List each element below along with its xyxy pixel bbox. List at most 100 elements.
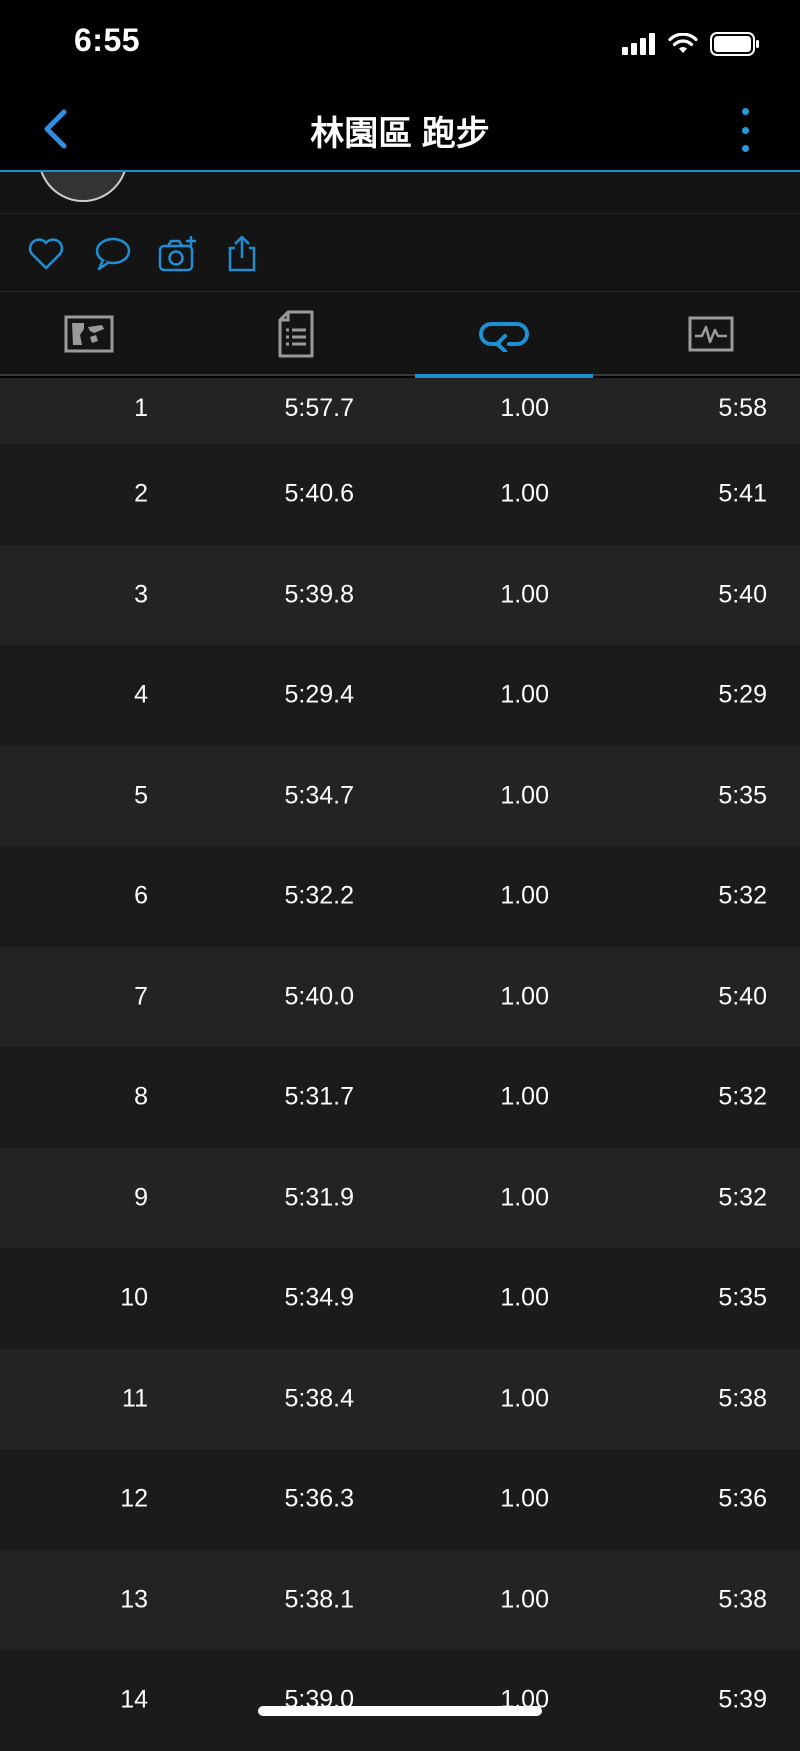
lap-distance: 1.00 (500, 1585, 549, 1614)
lap-pace: 5:38 (718, 1384, 767, 1413)
table-row[interactable]: 14 5:39.0 1.00 5:39 (0, 1650, 800, 1751)
lap-number: 10 (120, 1283, 148, 1312)
comment-button[interactable] (92, 234, 132, 274)
lap-time: 5:36.3 (284, 1484, 354, 1513)
map-icon (64, 315, 114, 353)
lap-pace: 5:36 (718, 1484, 767, 1513)
more-vertical-icon (741, 108, 749, 115)
lap-distance: 1.00 (500, 1082, 549, 1111)
table-row[interactable]: 2 5:40.6 1.00 5:41 (0, 444, 800, 545)
chart-icon (688, 316, 734, 352)
lap-time: 5:38.4 (284, 1384, 354, 1413)
tab-chart[interactable] (622, 292, 800, 376)
nav-bar: 林園區 跑步 (0, 88, 800, 172)
lap-number: 6 (134, 881, 148, 910)
lap-pace: 5:35 (718, 1283, 767, 1312)
lap-number: 12 (120, 1484, 148, 1513)
lap-number: 9 (134, 1183, 148, 1212)
lap-pace: 5:41 (718, 479, 767, 508)
lap-time: 5:31.9 (284, 1183, 354, 1212)
home-indicator (258, 1706, 542, 1716)
laps-icon (479, 322, 529, 352)
tab-map[interactable] (0, 292, 178, 376)
share-icon (228, 235, 256, 272)
table-row[interactable]: 1 5:57.7 1.00 5:58 (0, 378, 800, 444)
more-options-button[interactable] (730, 102, 760, 158)
camera-add-icon (158, 236, 196, 272)
lap-pace: 5:40 (718, 982, 767, 1011)
lap-pace: 5:40 (718, 580, 767, 609)
add-photo-button[interactable] (158, 234, 198, 274)
lap-time: 5:32.2 (284, 881, 354, 910)
table-row[interactable]: 6 5:32.2 1.00 5:32 (0, 846, 800, 947)
tabs-bar (0, 292, 800, 378)
lap-number: 1 (134, 394, 148, 422)
table-row[interactable]: 3 5:39.8 1.00 5:40 (0, 544, 800, 645)
table-row[interactable]: 5 5:34.7 1.00 5:35 (0, 745, 800, 846)
lap-distance: 1.00 (500, 1283, 549, 1312)
lap-number: 11 (122, 1384, 148, 1413)
cellular-signal-icon (622, 33, 655, 55)
lap-number: 2 (134, 479, 148, 508)
lap-time: 5:40.0 (284, 982, 354, 1011)
lap-number: 14 (120, 1685, 148, 1714)
lap-time: 5:34.7 (284, 781, 354, 810)
page-title: 林園區 跑步 (310, 115, 490, 153)
status-bar: 6:55 (0, 0, 800, 88)
table-row[interactable]: 4 5:29.4 1.00 5:29 (0, 645, 800, 746)
comment-icon (95, 237, 131, 271)
lap-pace: 5:39 (718, 1685, 767, 1714)
like-button[interactable] (26, 234, 66, 274)
lap-time: 5:31.7 (284, 1082, 354, 1111)
share-button[interactable] (222, 234, 262, 274)
lap-number: 7 (134, 982, 148, 1011)
lap-time: 5:38.1 (284, 1585, 354, 1614)
table-row[interactable]: 7 5:40.0 1.00 5:40 (0, 946, 800, 1047)
lap-distance: 1.00 (500, 881, 549, 910)
lap-distance: 1.00 (500, 394, 549, 422)
lap-pace: 5:32 (718, 1082, 767, 1111)
lap-pace: 5:32 (718, 1183, 767, 1212)
lap-number: 5 (134, 781, 148, 810)
heart-icon (28, 238, 64, 270)
lap-pace: 5:32 (718, 881, 767, 910)
lap-distance: 1.00 (500, 680, 549, 709)
lap-pace: 5:35 (718, 781, 767, 810)
table-row[interactable]: 11 5:38.4 1.00 5:38 (0, 1348, 800, 1449)
laps-table: 1 5:57.7 1.00 5:58 2 5:40.6 1.00 5:41 3 … (0, 378, 800, 1751)
lap-number: 4 (134, 680, 148, 709)
table-row[interactable]: 12 5:36.3 1.00 5:36 (0, 1449, 800, 1550)
lap-number: 3 (134, 580, 148, 609)
lap-distance: 1.00 (500, 580, 549, 609)
tab-details[interactable] (207, 292, 385, 376)
lap-number: 13 (120, 1585, 148, 1614)
status-time: 6:55 (74, 22, 141, 58)
lap-distance: 1.00 (500, 479, 549, 508)
tab-laps[interactable] (415, 292, 593, 378)
battery-icon (710, 32, 759, 56)
status-icons (622, 30, 760, 58)
lap-distance: 1.00 (500, 982, 549, 1011)
details-icon (278, 310, 314, 358)
avatar[interactable] (38, 172, 128, 202)
table-row[interactable]: 10 5:34.9 1.00 5:35 (0, 1248, 800, 1349)
lap-distance: 1.00 (500, 781, 549, 810)
lap-time: 5:34.9 (284, 1283, 354, 1312)
actions-bar (0, 214, 800, 292)
lap-distance: 1.00 (500, 1384, 549, 1413)
lap-distance: 1.00 (500, 1484, 549, 1513)
lap-time: 5:39.8 (284, 580, 354, 609)
lap-pace: 5:29 (718, 680, 767, 709)
lap-time: 5:40.6 (284, 479, 354, 508)
lap-distance: 1.00 (500, 1183, 549, 1212)
lap-time: 5:57.7 (284, 394, 354, 422)
lap-pace: 5:58 (718, 394, 767, 422)
lap-number: 8 (134, 1082, 148, 1111)
lap-time: 5:29.4 (284, 680, 354, 709)
profile-strip (0, 172, 800, 214)
lap-pace: 5:38 (718, 1585, 767, 1614)
wifi-icon (668, 33, 698, 53)
table-row[interactable]: 13 5:38.1 1.00 5:38 (0, 1549, 800, 1650)
table-row[interactable]: 9 5:31.9 1.00 5:32 (0, 1147, 800, 1248)
table-row[interactable]: 8 5:31.7 1.00 5:32 (0, 1047, 800, 1148)
